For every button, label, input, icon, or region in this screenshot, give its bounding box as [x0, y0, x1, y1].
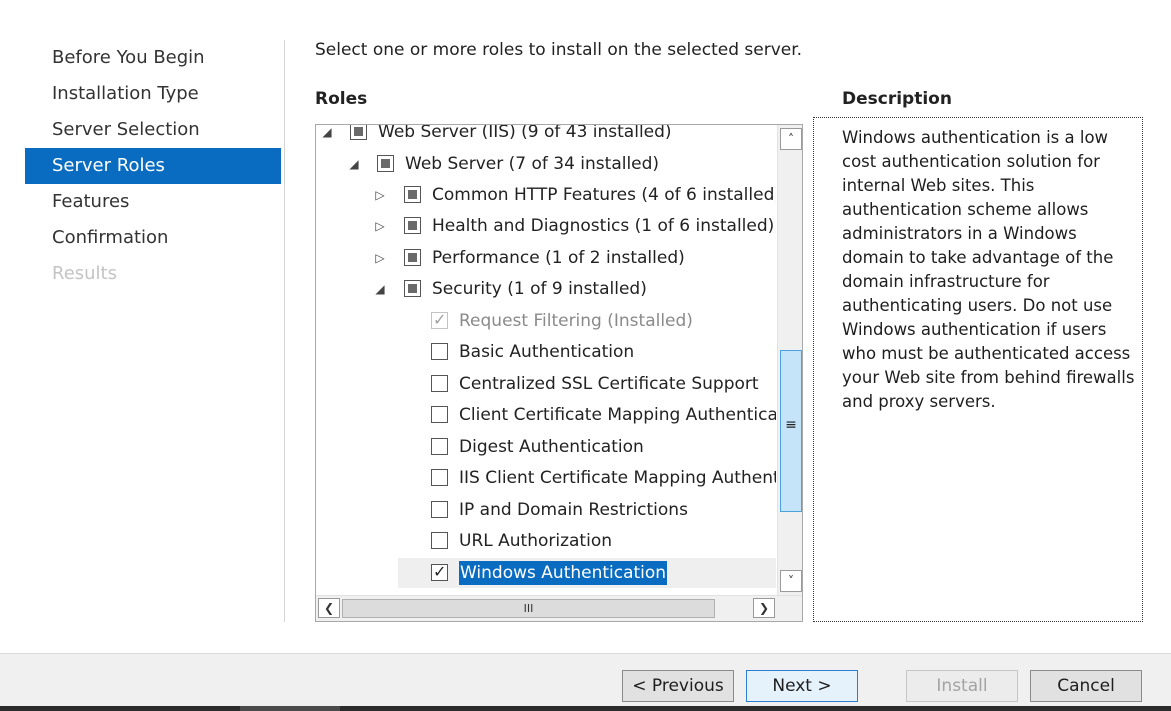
role-checkbox[interactable] — [404, 280, 421, 297]
nav-item-installation-type[interactable]: Installation Type — [25, 76, 281, 112]
role-checkbox[interactable] — [431, 501, 448, 518]
tree-row[interactable]: ◢ Security (1 of 9 installed) — [316, 274, 776, 304]
role-checkbox[interactable] — [350, 125, 367, 140]
scroll-right-icon[interactable]: ❯ — [753, 598, 775, 618]
role-label: Common HTTP Features (4 of 6 installed) — [432, 185, 776, 205]
tree-row[interactable]: ▷ Performance (1 of 2 installed) — [316, 243, 776, 273]
collapse-arrow-icon[interactable]: ◢ — [320, 125, 334, 147]
role-label: Centralized SSL Certificate Support — [459, 374, 759, 394]
tree-row[interactable]: IIS Client Certificate Mapping Authentic… — [316, 463, 776, 493]
role-checkbox[interactable] — [377, 155, 394, 172]
tree-row[interactable]: Basic Authentication — [316, 337, 776, 367]
role-label: IP and Domain Restrictions — [459, 500, 688, 520]
role-label: Health and Diagnostics (1 of 6 installed… — [432, 216, 775, 236]
wizard-nav: Before You Begin Installation Type Serve… — [25, 40, 281, 292]
role-checkbox[interactable] — [431, 406, 448, 423]
roles-tree-viewport: ◢ Web Server (IIS) (9 of 43 installed) ◢ We… — [316, 125, 776, 595]
role-checkbox[interactable] — [431, 343, 448, 360]
nav-item-features[interactable]: Features — [25, 184, 281, 220]
tree-row[interactable]: URL Authorization — [316, 526, 776, 556]
cancel-button[interactable]: Cancel — [1030, 670, 1142, 702]
role-checkbox[interactable] — [431, 557, 448, 587]
tree-row[interactable]: Digest Authentication — [316, 432, 776, 462]
tree-row[interactable]: IP and Domain Restrictions — [316, 495, 776, 525]
grip-icon: ≡ — [785, 417, 797, 433]
description-text: Windows authentication is a low cost aut… — [842, 128, 1135, 411]
role-label: Windows Authentication — [459, 561, 668, 585]
description-header: Description — [842, 89, 952, 109]
role-label: IIS Client Certificate Mapping Authentic… — [459, 468, 776, 488]
nav-divider — [284, 40, 285, 622]
scroll-left-icon[interactable]: ❮ — [318, 598, 340, 618]
tree-row[interactable]: ◢ Web Server (IIS) (9 of 43 installed) — [316, 125, 776, 147]
role-label: Performance (1 of 2 installed) — [432, 248, 685, 268]
scroll-up-icon[interactable]: ˄ — [780, 128, 802, 150]
nav-item-server-roles[interactable]: Server Roles — [25, 148, 281, 184]
tree-row[interactable]: Client Certificate Mapping Authenticatio… — [316, 400, 776, 430]
role-label: URL Authorization — [459, 531, 612, 551]
role-label: Web Server (IIS) (9 of 43 installed) — [378, 125, 672, 142]
instruction-text: Select one or more roles to install on t… — [315, 40, 803, 60]
role-checkbox[interactable] — [404, 249, 421, 266]
expand-arrow-icon[interactable]: ▷ — [373, 243, 387, 273]
tree-row[interactable]: ▷ Common HTTP Features (4 of 6 installed) — [316, 180, 776, 210]
role-label: Web Server (7 of 34 installed) — [405, 154, 660, 174]
taskbar-item[interactable] — [240, 706, 340, 711]
role-label: Security (1 of 9 installed) — [432, 279, 647, 299]
nav-item-before-you-begin[interactable]: Before You Begin — [25, 40, 281, 76]
collapse-arrow-icon[interactable]: ◢ — [373, 274, 387, 304]
role-checkbox[interactable] — [431, 375, 448, 392]
tree-row[interactable]: ◢ Web Server (7 of 34 installed) — [316, 149, 776, 179]
roles-horizontal-scrollbar[interactable]: ❮ III ❯ — [316, 595, 802, 621]
wizard-footer: < Previous Next > Install Cancel — [0, 653, 1171, 711]
role-label: Request Filtering (Installed) — [459, 311, 693, 331]
install-button: Install — [906, 670, 1018, 702]
tree-row[interactable]: Centralized SSL Certificate Support — [316, 369, 776, 399]
role-checkbox[interactable] — [431, 532, 448, 549]
nav-item-server-selection[interactable]: Server Selection — [25, 112, 281, 148]
role-checkbox[interactable] — [404, 186, 421, 203]
previous-button[interactable]: < Previous — [622, 670, 734, 702]
role-checkbox[interactable] — [404, 217, 421, 234]
collapse-arrow-icon[interactable]: ◢ — [347, 149, 361, 179]
tree-row[interactable]: Windows Authentication — [398, 557, 776, 588]
tree-row[interactable]: Request Filtering (Installed) — [316, 305, 776, 336]
roles-vertical-scrollbar[interactable]: ˄ ≡ ˅ — [777, 125, 802, 595]
nav-item-results: Results — [52, 263, 117, 284]
expand-arrow-icon[interactable]: ▷ — [373, 180, 387, 210]
horizontal-scroll-thumb[interactable]: III — [342, 599, 715, 618]
role-checkbox[interactable] — [431, 469, 448, 486]
description-panel: Windows authentication is a low cost aut… — [813, 117, 1143, 622]
role-checkbox[interactable] — [431, 438, 448, 455]
scroll-down-icon[interactable]: ˅ — [780, 570, 802, 592]
vertical-scroll-thumb[interactable]: ≡ — [780, 350, 802, 512]
tree-row[interactable]: ▷ Health and Diagnostics (1 of 6 installe… — [316, 211, 776, 241]
roles-tree[interactable]: ◢ Web Server (IIS) (9 of 43 installed) ◢ We… — [315, 124, 803, 622]
role-checkbox — [431, 305, 448, 335]
roles-header: Roles — [315, 89, 368, 109]
next-button[interactable]: Next > — [746, 670, 858, 702]
expand-arrow-icon[interactable]: ▷ — [373, 211, 387, 241]
role-label: Digest Authentication — [459, 437, 644, 457]
taskbar — [0, 706, 1171, 711]
nav-item-confirmation[interactable]: Confirmation — [25, 220, 281, 256]
role-label: Client Certificate Mapping Authenticatio… — [459, 405, 776, 425]
role-label: Basic Authentication — [459, 342, 635, 362]
